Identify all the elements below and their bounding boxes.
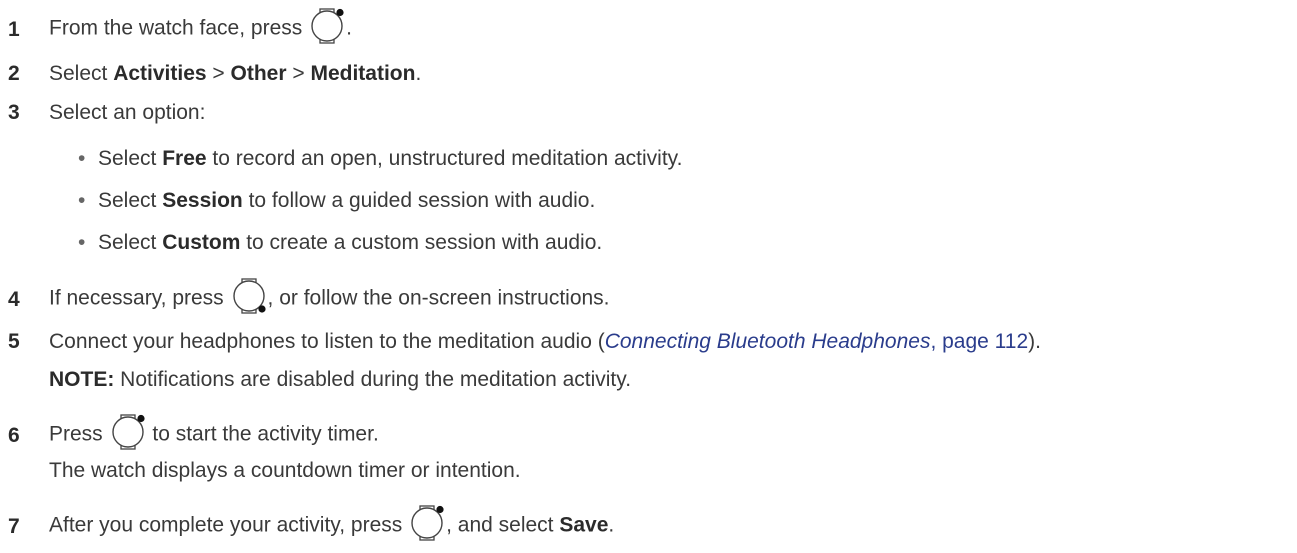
note-label: NOTE: xyxy=(49,368,115,391)
menu-activities: Activities xyxy=(113,62,207,85)
instruction-page: 1 From the watch face, press . 2 Select … xyxy=(0,0,1297,553)
menu-other: Other xyxy=(230,62,287,85)
step-number: 7 xyxy=(8,515,20,538)
step-number: 5 xyxy=(8,330,20,353)
step-number: 1 xyxy=(8,18,20,41)
step-text: Press to start the activity timer. xyxy=(49,414,379,453)
bullet-icon: • xyxy=(78,147,86,170)
bullet-icon: • xyxy=(78,189,86,212)
step-number: 4 xyxy=(8,288,20,311)
bullet-icon: • xyxy=(78,231,86,254)
step-text: Select Activities > Other > Meditation. xyxy=(49,62,422,85)
step-text: Connect your headphones to listen to the… xyxy=(49,330,1041,353)
step-text: After you complete your activity, press … xyxy=(49,505,614,544)
menu-meditation: Meditation xyxy=(310,62,416,85)
step-text: Select an option: xyxy=(49,101,206,124)
step-number: 3 xyxy=(8,101,20,124)
step-text: If necessary, press , or follow the on-s… xyxy=(49,278,610,317)
watch-start-button-icon xyxy=(308,8,346,44)
step-number: 6 xyxy=(8,424,20,447)
watch-back-button-icon xyxy=(230,278,268,314)
page-reference-link[interactable]: page 112 xyxy=(942,330,1028,353)
step-text: From the watch face, press . xyxy=(49,8,352,47)
note-text: Notifications are disabled during the me… xyxy=(114,368,632,391)
watch-start-button-icon xyxy=(109,414,147,450)
step-number: 2 xyxy=(8,62,20,85)
cross-reference-link[interactable]: Connecting Bluetooth Headphones xyxy=(605,330,931,353)
watch-start-button-icon xyxy=(408,505,446,541)
save-label: Save xyxy=(559,513,609,537)
